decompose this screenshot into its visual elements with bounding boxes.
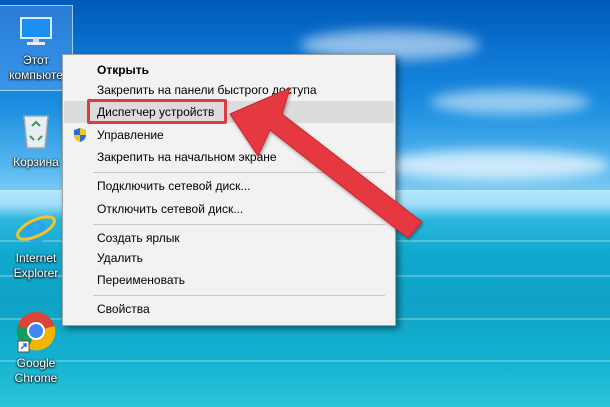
red-arrow-annotation xyxy=(229,87,423,239)
